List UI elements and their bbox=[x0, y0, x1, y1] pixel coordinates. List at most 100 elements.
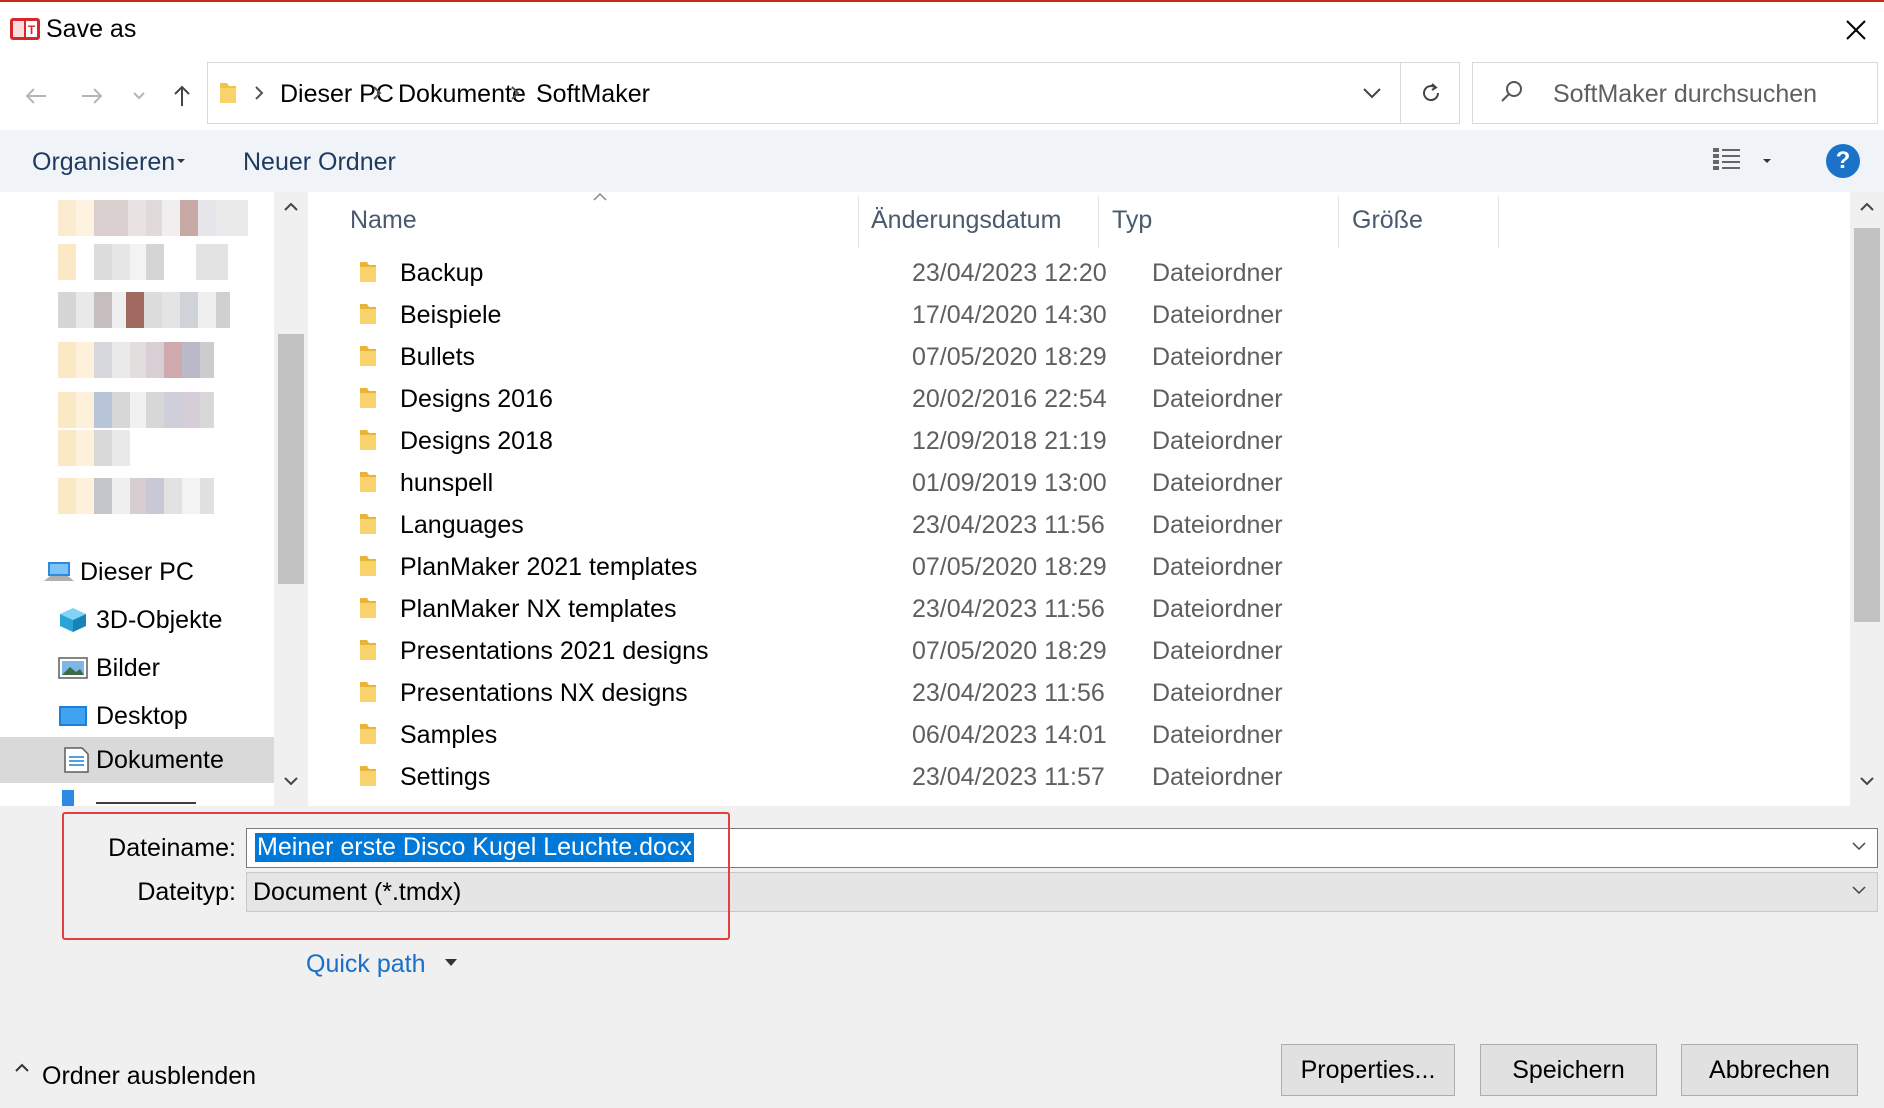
back-button[interactable] bbox=[18, 78, 54, 114]
file-type: Dateiordner bbox=[1152, 301, 1283, 329]
file-date: 23/04/2023 11:57 bbox=[912, 763, 1105, 791]
file-type: Dateiordner bbox=[1152, 721, 1283, 749]
nav-item-3d-objekte[interactable]: 3D-Objekte bbox=[0, 597, 274, 643]
nav-item-desktop[interactable]: Desktop bbox=[0, 693, 274, 739]
file-row[interactable]: PlanMaker 2021 templates 07/05/2020 18:29… bbox=[348, 546, 1748, 588]
blurred-quick-access-item[interactable] bbox=[58, 200, 248, 236]
refresh-button[interactable] bbox=[1400, 63, 1460, 123]
3d-objects-icon bbox=[60, 608, 86, 632]
file-row[interactable]: Bullets 07/05/2020 18:29 Dateiordner bbox=[348, 336, 1748, 378]
column-header-name[interactable]: Name bbox=[350, 206, 417, 235]
save-options-panel: Dateiname: Meiner erste Disco Kugel Leuc… bbox=[0, 806, 1884, 1108]
scroll-up-icon[interactable] bbox=[283, 202, 299, 212]
caret-down-icon[interactable] bbox=[1762, 158, 1772, 164]
file-row[interactable]: Languages 23/04/2023 11:56 Dateiordner bbox=[348, 504, 1748, 546]
column-divider[interactable] bbox=[858, 196, 859, 248]
nav-item-label: Desktop bbox=[96, 702, 188, 730]
sort-ascending-icon bbox=[593, 192, 607, 201]
file-type: Dateiordner bbox=[1152, 763, 1283, 791]
breadcrumb-softmaker[interactable]: SoftMaker bbox=[536, 80, 650, 109]
file-list-scroll-thumb[interactable] bbox=[1854, 228, 1880, 622]
scroll-down-icon[interactable] bbox=[283, 776, 299, 786]
recent-locations-button[interactable] bbox=[124, 78, 154, 114]
organize-menu-button[interactable]: Organisieren bbox=[32, 148, 175, 177]
folder-icon bbox=[360, 262, 376, 282]
new-folder-button[interactable]: Neuer Ordner bbox=[243, 148, 396, 177]
column-divider[interactable] bbox=[1498, 196, 1499, 248]
file-name: Presentations 2021 designs bbox=[400, 637, 709, 665]
column-header-size[interactable]: Größe bbox=[1352, 206, 1423, 235]
file-date: 01/09/2019 13:00 bbox=[912, 469, 1107, 497]
chevron-right-icon bbox=[373, 86, 382, 100]
breadcrumb-dokumente[interactable]: Dokumente bbox=[398, 80, 526, 109]
properties-button[interactable]: Properties... bbox=[1281, 1044, 1455, 1096]
file-row[interactable]: Designs 2018 12/09/2018 21:19 Dateiordner bbox=[348, 420, 1748, 462]
file-name: PlanMaker 2021 templates bbox=[400, 553, 698, 581]
folder-icon bbox=[360, 556, 376, 576]
file-date: 23/04/2023 11:56 bbox=[912, 511, 1105, 539]
file-row[interactable]: hunspell 01/09/2019 13:00 Dateiordner bbox=[348, 462, 1748, 504]
blurred-quick-access-item[interactable] bbox=[58, 342, 214, 378]
folder-icon bbox=[360, 304, 376, 324]
folder-icon bbox=[360, 514, 376, 534]
column-divider[interactable] bbox=[1338, 196, 1339, 248]
scroll-up-icon[interactable] bbox=[1859, 202, 1875, 212]
blurred-quick-access-item[interactable] bbox=[58, 478, 214, 514]
folder-icon bbox=[360, 766, 376, 786]
nav-item-bilder[interactable]: Bilder bbox=[0, 645, 274, 691]
file-type: Dateiordner bbox=[1152, 553, 1283, 581]
file-row[interactable]: PlanMaker NX templates 23/04/2023 11:56 Da… bbox=[348, 588, 1748, 630]
view-options-icon[interactable] bbox=[1712, 146, 1742, 172]
up-button[interactable] bbox=[164, 78, 200, 114]
close-button[interactable] bbox=[1828, 2, 1884, 58]
file-row[interactable]: Beispiele 17/04/2020 14:30 Dateiordner bbox=[348, 294, 1748, 336]
save-button[interactable]: Speichern bbox=[1480, 1044, 1657, 1096]
folder-icon bbox=[360, 640, 376, 660]
file-row[interactable]: Presentations 2021 designs 07/05/2020 18:… bbox=[348, 630, 1748, 672]
nav-item-partial-clipped[interactable] bbox=[96, 792, 206, 806]
nav-item-dokumente[interactable]: Dokumente bbox=[0, 737, 274, 783]
search-input[interactable]: SoftMaker durchsuchen bbox=[1472, 62, 1878, 124]
file-name: Beispiele bbox=[400, 301, 502, 329]
file-list-scrollbar[interactable] bbox=[1850, 192, 1884, 806]
column-header-date[interactable]: Änderungsdatum bbox=[871, 206, 1061, 235]
file-name: hunspell bbox=[400, 469, 494, 497]
arrow-right-icon bbox=[82, 88, 103, 104]
scroll-down-icon[interactable] bbox=[1859, 776, 1875, 786]
file-type: Dateiordner bbox=[1152, 427, 1283, 455]
file-row[interactable]: Presentations NX designs 23/04/2023 11:56… bbox=[348, 672, 1748, 714]
chevron-right-icon bbox=[511, 86, 520, 100]
file-name: Settings bbox=[400, 763, 491, 791]
help-button[interactable]: ? bbox=[1826, 144, 1860, 178]
nav-item-dieser-pc[interactable]: Dieser PC bbox=[0, 549, 274, 595]
address-history-dropdown[interactable] bbox=[1343, 63, 1401, 123]
folder-icon bbox=[360, 598, 376, 618]
folder-icon bbox=[360, 472, 376, 492]
quick-path-link[interactable]: Quick path bbox=[306, 950, 426, 979]
blurred-quick-access-item[interactable] bbox=[58, 392, 214, 428]
documents-icon bbox=[64, 747, 89, 773]
file-type: Dateiordner bbox=[1152, 259, 1283, 287]
computer-icon bbox=[44, 562, 74, 581]
file-row[interactable]: Designs 2016 20/02/2016 22:54 Dateiordner bbox=[348, 378, 1748, 420]
column-header-type[interactable]: Typ bbox=[1112, 206, 1152, 235]
blurred-quick-access-item[interactable] bbox=[58, 292, 230, 328]
nav-scroll-thumb[interactable] bbox=[278, 334, 304, 584]
file-name: Backup bbox=[400, 259, 484, 287]
address-bar[interactable]: Dieser PC Dokumente SoftMaker bbox=[207, 62, 1460, 124]
hide-folders-button[interactable]: Ordner ausblenden bbox=[42, 1062, 256, 1091]
forward-button[interactable] bbox=[74, 78, 110, 114]
file-row[interactable]: Samples 06/04/2023 14:01 Dateiordner bbox=[348, 714, 1748, 756]
file-row[interactable]: Backup 23/04/2023 12:20 Dateiordner bbox=[348, 252, 1748, 294]
chevron-down-icon[interactable] bbox=[1851, 885, 1867, 895]
file-name: Designs 2016 bbox=[400, 385, 553, 413]
file-row[interactable]: Settings 23/04/2023 11:57 Dateiordner bbox=[348, 756, 1748, 798]
caret-down-icon[interactable] bbox=[444, 958, 458, 967]
chevron-up-icon[interactable] bbox=[14, 1060, 30, 1076]
blurred-quick-access-item[interactable] bbox=[58, 430, 130, 466]
cancel-button[interactable]: Abbrechen bbox=[1681, 1044, 1858, 1096]
nav-scrollbar[interactable] bbox=[274, 192, 308, 806]
blurred-quick-access-item[interactable] bbox=[58, 244, 228, 280]
column-divider[interactable] bbox=[1098, 196, 1099, 248]
chevron-down-icon[interactable] bbox=[1851, 841, 1867, 851]
